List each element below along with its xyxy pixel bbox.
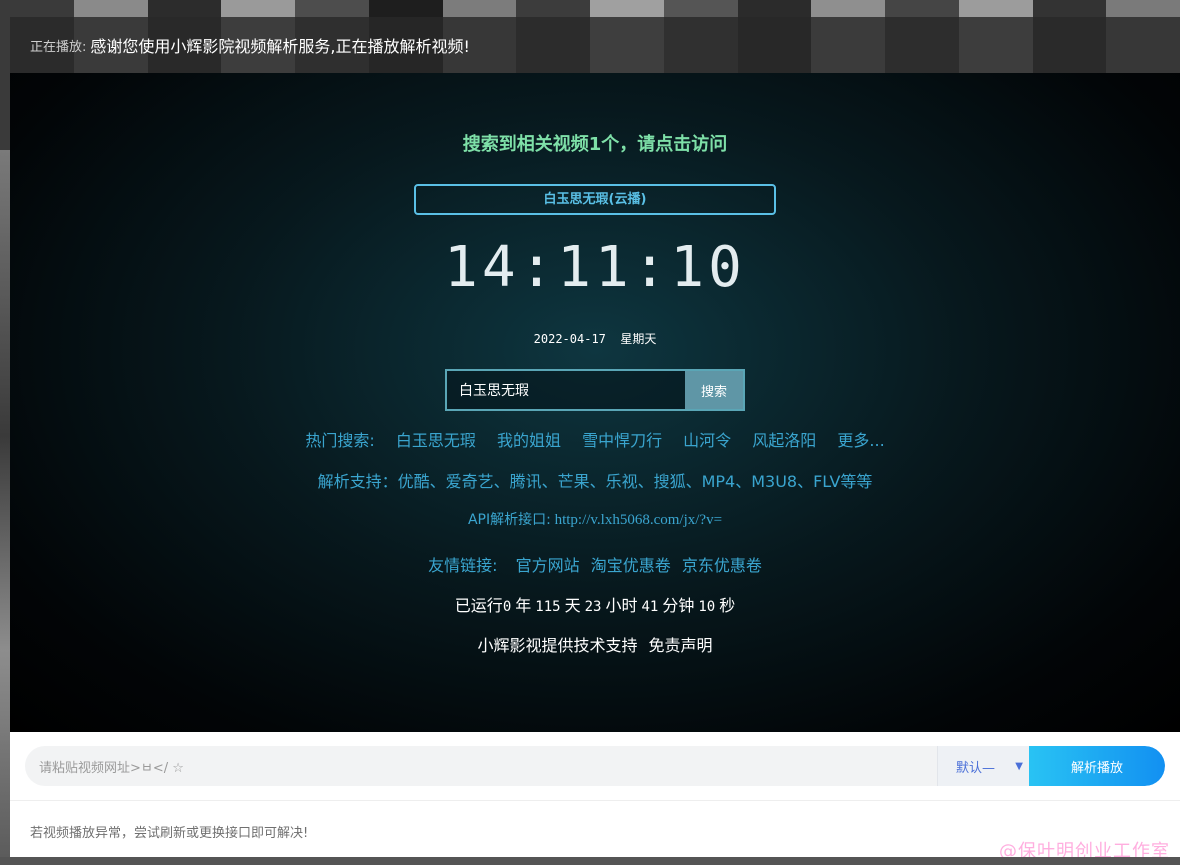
uptime-years-unit: 年 (515, 596, 532, 615)
dropdown-arrow-icon: ▼ (1015, 760, 1023, 772)
uptime: 已运行0 年 115 天 23 小时 41 分钟 10 秒 (10, 592, 1180, 616)
search-result-button[interactable]: 白玉思无瑕(云播) (414, 184, 776, 215)
now-playing-label: 正在播放: (30, 39, 87, 55)
uptime-minutes-unit: 分钟 (662, 596, 695, 615)
url-bar: 请粘贴视频网址>ㅂ</ ☆ 默认— ▼ 解析播放 (25, 746, 1165, 786)
interface-select-value: 默认— (956, 760, 996, 776)
search-input[interactable] (447, 371, 685, 409)
hot-search-item[interactable]: 雪中悍刀行 (582, 431, 662, 450)
uptime-days: 115 (535, 599, 561, 615)
uptime-hours: 23 (584, 599, 602, 615)
hot-searches: 热门搜索: 白玉思无瑕 我的姐姐 雪中悍刀行 山河令 风起洛阳 更多... (10, 427, 1180, 451)
parse-play-button[interactable]: 解析播放 (1029, 746, 1165, 786)
weekday: 星期天 (620, 332, 657, 346)
now-playing-bar: 正在播放: 感谢您使用小辉影院视频解析服务,正在播放解析视频! (10, 17, 1180, 73)
supported-platforms: 解析支持：优酷、爱奇艺、腾讯、芒果、乐视、搜狐、MP4、M3U8、FLV等等 (317, 472, 873, 491)
divider (10, 800, 1180, 801)
hot-search-item[interactable]: 山河令 (683, 431, 731, 450)
hot-search-item[interactable]: 我的姐姐 (497, 431, 561, 450)
credit-line: 小辉影视提供技术支持 免责声明 (10, 632, 1180, 656)
tech-support-link[interactable]: 小辉影视提供技术支持 (477, 636, 637, 655)
clock: 14:11:10 (444, 235, 746, 300)
uptime-seconds: 10 (698, 599, 716, 615)
uptime-minutes: 41 (641, 599, 659, 615)
uptime-years: 0 (502, 599, 512, 615)
bottom-edge (0, 857, 1180, 865)
video-player[interactable]: 搜索到相关视频1个，请点击访问 白玉思无瑕(云播) 14:11:10 2022-… (10, 73, 1180, 732)
uptime-prefix: 已运行 (454, 596, 503, 615)
api-url: http://v.lxh5068.com/jx/?v= (554, 512, 723, 528)
video-url-input[interactable]: 请粘贴视频网址>ㅂ</ ☆ (25, 757, 937, 776)
hot-search-more[interactable]: 更多... (837, 431, 884, 450)
friend-link[interactable]: 淘宝优惠卷 (591, 556, 671, 575)
uptime-days-unit: 天 (564, 596, 581, 615)
search-result-heading: 搜索到相关视频1个，请点击访问 (462, 134, 728, 155)
hot-search-item[interactable]: 白玉思无瑕 (396, 431, 476, 450)
uptime-seconds-unit: 秒 (719, 596, 736, 615)
api-label: API解析接口: (467, 512, 551, 528)
disclaimer-link[interactable]: 免责声明 (649, 636, 713, 655)
search-box: 搜索 (445, 369, 745, 411)
date: 2022-04-17 (533, 332, 606, 346)
uptime-hours-unit: 小时 (605, 596, 638, 615)
friend-links-label: 友情链接: (428, 556, 498, 575)
hot-searches-label: 热门搜索: (305, 431, 375, 450)
hot-search-item[interactable]: 风起洛阳 (752, 431, 816, 450)
friend-links: 友情链接: 官方网站 淘宝优惠卷 京东优惠卷 (10, 552, 1180, 576)
search-button[interactable]: 搜索 (685, 371, 743, 409)
date-line: 2022-04-17 星期天 (10, 330, 1180, 347)
background-left-edge (0, 150, 10, 865)
interface-select[interactable]: 默认— ▼ (937, 746, 1029, 786)
friend-link[interactable]: 官方网站 (516, 556, 580, 575)
api-info: API解析接口: http://v.lxh5068.com/jx/?v= (10, 509, 1180, 529)
help-tip: 若视频播放异常，尝试刷新或更换接口即可解决! (30, 826, 309, 841)
friend-link[interactable]: 京东优惠卷 (682, 556, 762, 575)
now-playing-text: 感谢您使用小辉影院视频解析服务,正在播放解析视频! (90, 37, 470, 56)
